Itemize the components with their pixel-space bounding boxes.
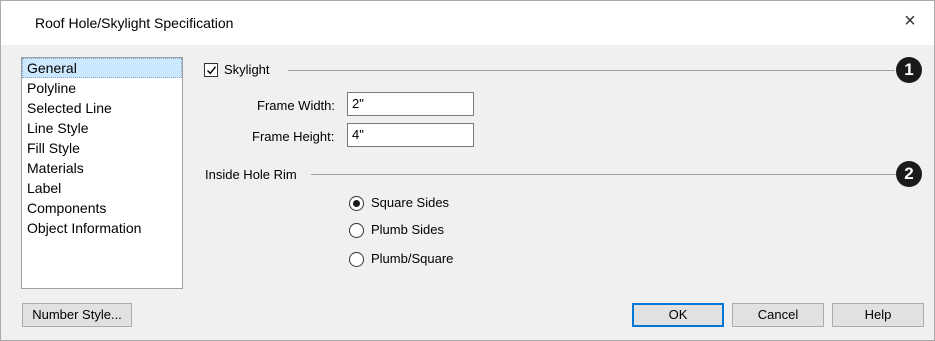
square-sides-label: Square Sides (371, 195, 450, 210)
nav-item-polyline[interactable]: Polyline (22, 78, 182, 98)
inside-hole-rim-label: Inside Hole Rim (205, 167, 297, 182)
cancel-button[interactable]: Cancel (732, 303, 824, 327)
frame-height-input[interactable]: 4" (347, 123, 474, 147)
close-icon[interactable]: × (900, 11, 920, 31)
ok-button[interactable]: OK (632, 303, 724, 327)
rim-group-line (311, 174, 896, 175)
skylight-group-line (288, 70, 895, 71)
radio-selected-dot (353, 200, 360, 207)
category-list: General Polyline Selected Line Line Styl… (21, 57, 183, 289)
frame-height-label: Frame Height: (252, 129, 335, 144)
plumb-sides-label: Plumb Sides (371, 222, 444, 237)
help-button[interactable]: Help (832, 303, 924, 327)
nav-item-line-style[interactable]: Line Style (22, 118, 182, 138)
skylight-label: Skylight (224, 62, 270, 77)
checkmark-icon (207, 66, 217, 75)
skylight-checkbox[interactable] (204, 63, 218, 77)
dialog-window: Roof Hole/Skylight Specification × Gener… (0, 0, 935, 341)
nav-item-fill-style[interactable]: Fill Style (22, 138, 182, 158)
nav-item-components[interactable]: Components (22, 198, 182, 218)
callout-marker-2: 2 (896, 161, 922, 187)
nav-item-label[interactable]: Label (22, 178, 182, 198)
square-sides-radio[interactable] (349, 196, 364, 211)
window-title: Roof Hole/Skylight Specification (35, 15, 234, 31)
nav-item-selected-line[interactable]: Selected Line (22, 98, 182, 118)
nav-item-materials[interactable]: Materials (22, 158, 182, 178)
frame-width-input[interactable]: 2" (347, 92, 474, 116)
plumb-sides-radio[interactable] (349, 223, 364, 238)
nav-item-general[interactable]: General (22, 58, 182, 78)
plumb-square-radio[interactable] (349, 252, 364, 267)
plumb-square-label: Plumb/Square (371, 251, 454, 266)
number-style-button[interactable]: Number Style... (22, 303, 132, 327)
title-bar: Roof Hole/Skylight Specification × (1, 1, 934, 45)
callout-marker-1: 1 (896, 57, 922, 83)
nav-item-object-information[interactable]: Object Information (22, 218, 182, 238)
frame-width-label: Frame Width: (257, 98, 336, 113)
